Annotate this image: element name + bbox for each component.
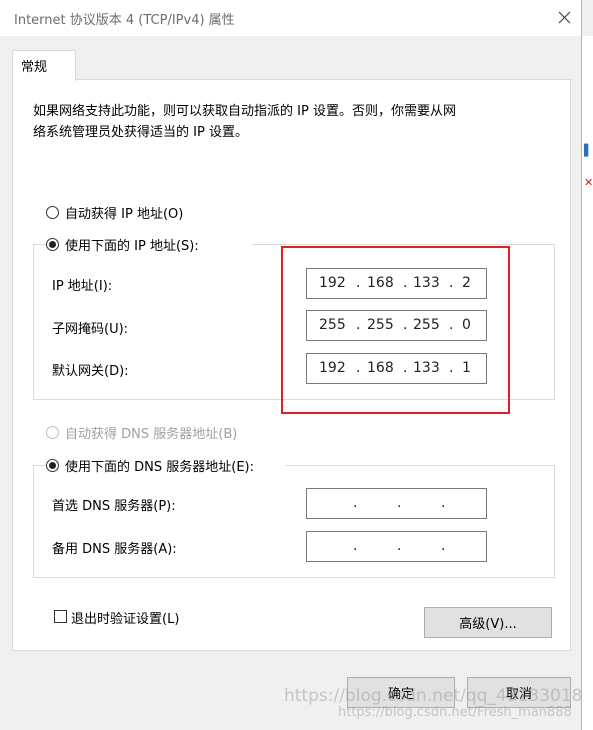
window-title: Internet 协议版本 4 (TCP/IPv4) 属性: [14, 13, 235, 28]
advanced-button[interactable]: 高级(V)...: [424, 607, 552, 638]
preferred-dns-label: 首选 DNS 服务器(P):: [52, 499, 176, 514]
close-button[interactable]: [548, 2, 580, 32]
background-window-right: ▌ ✕: [581, 36, 593, 730]
ip-dot: .: [353, 495, 358, 511]
ip-auto-radio[interactable]: [46, 206, 59, 219]
ip-dot: .: [397, 538, 402, 554]
description-line-1: 如果网络支持此功能，则可以获取自动指派的 IP 设置。否则，你需要从网: [33, 104, 456, 119]
description-line-2: 络系统管理员处获得适当的 IP 设置。: [33, 125, 248, 140]
background-error-icon: ✕: [584, 176, 593, 189]
ip-dot: .: [397, 495, 402, 511]
preferred-dns-field[interactable]: . . .: [306, 488, 487, 519]
ip-dot: .: [441, 538, 446, 554]
dns-auto-radio[interactable]: [46, 426, 59, 439]
alternate-dns-field[interactable]: . . .: [306, 531, 487, 562]
dns-auto-label: 自动获得 DNS 服务器地址(B): [65, 427, 238, 442]
tab-general-label: 常规: [21, 60, 48, 75]
default-gateway-label: 默认网关(D):: [52, 364, 129, 379]
background-icon: ▌: [584, 144, 593, 157]
ip-manual-option[interactable]: 使用下面的 IP 地址(S):: [46, 235, 252, 254]
dns-manual-label: 使用下面的 DNS 服务器地址(E):: [65, 460, 254, 475]
validate-checkbox[interactable]: [54, 610, 67, 623]
title-bar: Internet 协议版本 4 (TCP/IPv4) 属性: [0, 0, 581, 36]
tcpip-properties-dialog: Internet 协议版本 4 (TCP/IPv4) 属性 常规 如果网络支持此…: [0, 0, 582, 730]
dns-manual-option[interactable]: 使用下面的 DNS 服务器地址(E):: [46, 456, 286, 475]
tab-general[interactable]: 常规: [12, 50, 76, 81]
alternate-dns-label: 备用 DNS 服务器(A):: [52, 542, 177, 557]
watermark-line-2: https://blog.csdn.net/Fresh_man888: [338, 705, 572, 720]
ip-dot: .: [353, 538, 358, 554]
ip-manual-label: 使用下面的 IP 地址(S):: [65, 239, 199, 254]
ip-dot: .: [441, 495, 446, 511]
ip-manual-radio[interactable]: [46, 238, 59, 251]
subnet-mask-label: 子网掩码(U):: [52, 322, 129, 337]
watermark-line-1: https://blog.csdn.net/qq_43133018: [284, 686, 583, 706]
ip-auto-label: 自动获得 IP 地址(O): [65, 207, 184, 222]
ip-address-label: IP 地址(I):: [52, 279, 113, 294]
highlight-annotation: [281, 246, 510, 414]
validate-checkbox-label: 退出时验证设置(L): [71, 612, 180, 627]
close-icon: [558, 11, 570, 23]
dns-manual-radio[interactable]: [46, 459, 59, 472]
